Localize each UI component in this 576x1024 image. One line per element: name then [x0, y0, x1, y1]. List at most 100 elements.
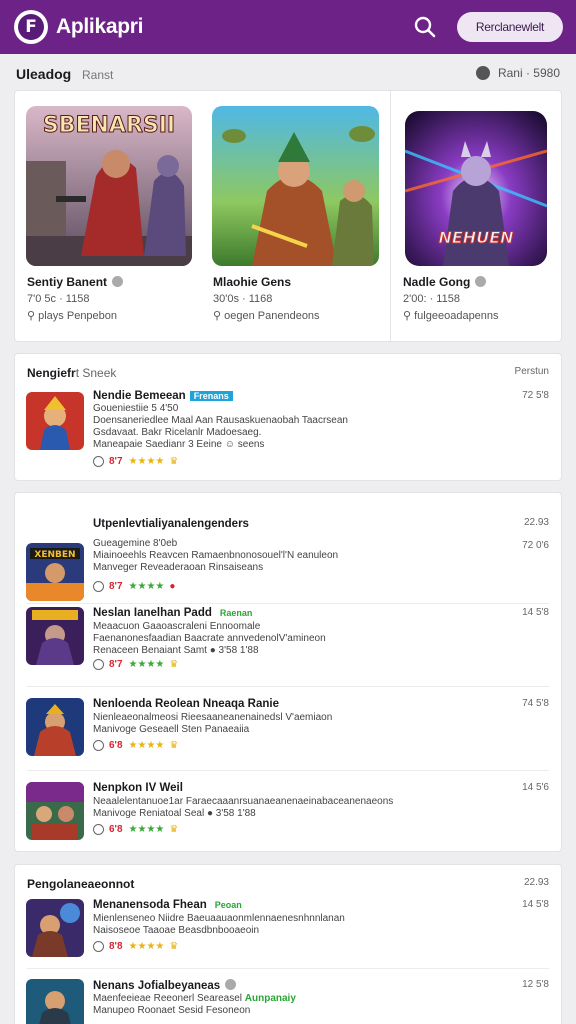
- game-desc-line-2: Faenanonesfaadian Baacrate annvedenolV'a…: [93, 633, 326, 644]
- search-icon[interactable]: [412, 14, 438, 40]
- game-stats: 8'7 ★★★★ ♛: [93, 456, 178, 467]
- verified-icon: [112, 276, 124, 287]
- game-desc-line-2: Manivoge Geseaell Sten Panaeaiia: [93, 724, 250, 735]
- game-score: 8'8: [109, 941, 123, 952]
- game-title: Neslan Ianelhan Padd Raenan: [93, 607, 256, 619]
- list-item[interactable]: Neslan Ianelhan Padd Raenan Meaacuon Gaao…: [15, 607, 561, 689]
- section-header: Uleadog Ranst Rani · 5980: [16, 66, 562, 84]
- featured-games-card: SBENARSII Sentiy Banent 7'0 5c · 1158 ⚲ …: [14, 90, 562, 342]
- clock-icon: [93, 659, 104, 670]
- game-tag: Aunpanaiy: [244, 993, 296, 1004]
- list-item[interactable]: Nendie Bemeean Frenans Goueniestiie 5 4'5…: [15, 390, 561, 470]
- updates-card: XENBEN Utpenlevtialiyanalengenders Gueag…: [14, 492, 562, 852]
- featured-game-1-developer: ⚲ plays Penpebon: [27, 310, 118, 322]
- list-right-label[interactable]: Perstun: [515, 366, 549, 377]
- trophy-icon: ♛: [169, 824, 179, 835]
- game-desc-line-3: Gsdavaat. Bakr Ricelanlr Madoesaeg.: [93, 427, 262, 438]
- featured-game-1-title: Sentiy Banent: [27, 275, 124, 289]
- app-logo[interactable]: F: [14, 10, 48, 44]
- dev-icon: ⚲: [27, 310, 39, 322]
- game-time: 22.93: [523, 517, 549, 528]
- clock-icon: [93, 824, 104, 835]
- game-desc-line-3: Manveger Reveaderaoan Rinsaiseans: [93, 562, 264, 573]
- dev-icon: ⚲: [213, 310, 225, 322]
- game-score: 6'8: [109, 740, 123, 751]
- header-cta-button[interactable]: Rerclanewlelt: [457, 12, 563, 42]
- game-desc-line-2: Doensaneriedlee Maal Aan Rausaskuenaobah…: [93, 415, 348, 426]
- featured-game-2-title: Mlaohie Gens: [213, 275, 292, 289]
- game-time: 14 5'6: [522, 782, 549, 793]
- clock-icon: [93, 456, 104, 467]
- featured-game-1-art: SBENARSII: [26, 106, 192, 266]
- user-icon: [475, 66, 490, 80]
- game-stats: 6'8 ★★★★ ♛: [93, 740, 178, 751]
- game-desc-line-4: Maneapaie Saedianr 3 Eeine ☺ seens: [93, 439, 265, 450]
- game-thumbnail: XENBEN: [26, 543, 84, 601]
- logo-letter: F: [18, 14, 44, 40]
- game-thumbnail: [26, 899, 84, 957]
- trophy-icon: ♛: [169, 456, 179, 467]
- section-filter[interactable]: Rani · 5980: [475, 66, 560, 80]
- game-thumbnail: [26, 392, 84, 450]
- game-desc-line-2: Manupeo Roonaet Sesid Fesoneon: [93, 1005, 251, 1016]
- rating-stars-icon: ★★★★: [128, 456, 165, 467]
- game-desc-line-1: Maenfeeieae Reeonerl Seareasel Aunpanaiy: [93, 993, 296, 1004]
- svg-text:XENBEN: XENBEN: [34, 550, 75, 560]
- game-score: 8'7: [109, 581, 123, 592]
- game-score: 8'7: [109, 659, 123, 670]
- game-thumbnail: [26, 782, 84, 840]
- divider: [27, 686, 549, 687]
- list-item[interactable]: Nenpkon IV Weil Neaalelentanuoe1ar Farae…: [15, 782, 561, 848]
- game-title: Nenans Jofialbeyaneas: [93, 979, 237, 992]
- game-score: 6'8: [109, 824, 123, 835]
- verified-icon: [225, 979, 237, 990]
- featured-game-2[interactable]: Mlaohie Gens 30'0s · 1168 ⚲ oegen Panend…: [203, 91, 390, 343]
- featured-game-3-meta: 2'00: · 1158: [403, 293, 460, 305]
- game-thumbnail: [26, 698, 84, 756]
- game-time: 74 5'8: [522, 698, 549, 709]
- featured-game-1-meta: 7'0 5c · 1158: [27, 293, 90, 305]
- game-time: 14 5'8: [522, 899, 549, 910]
- game-title: Menanensoda Fhean Peoan: [93, 899, 246, 911]
- section-title: Uleadog: [16, 66, 72, 82]
- list-item[interactable]: Nenans Jofialbeyaneas Maenfeeieae Reeone…: [15, 979, 561, 1024]
- dev-icon: ⚲: [403, 310, 415, 322]
- list-item[interactable]: Menanensoda Fhean Peoan Mienlenseneo Niid…: [15, 899, 561, 965]
- game-desc-line-1: Gueagemine 8'0eb: [93, 538, 178, 549]
- clock-icon: [93, 941, 104, 952]
- list-heading: Nengiefrt Sneek: [27, 366, 117, 380]
- featured-game-2-art: [212, 106, 379, 266]
- rating-stars-icon: ★★★★: [128, 581, 165, 592]
- section-subtitle: Ranst: [82, 68, 114, 82]
- list-item[interactable]: Nenloenda Reolean Nneaqa Ranie Nienleaeo…: [15, 698, 561, 774]
- game-tag: Peoan: [214, 900, 242, 910]
- divider: [27, 770, 549, 771]
- featured-game-3-art-title: NEHUEN: [438, 228, 514, 247]
- game-time: 12 5'8: [522, 979, 549, 990]
- featured-game-1[interactable]: SBENARSII Sentiy Banent 7'0 5c · 1158 ⚲ …: [15, 91, 203, 343]
- game-desc-line-2: Miainoeehls Reavcen Ramaenbnonosouel'l'N…: [93, 550, 339, 561]
- rating-stars-icon: ★★★★: [128, 659, 165, 670]
- divider: [27, 603, 549, 604]
- verified-icon: [475, 276, 487, 287]
- game-title: Utpenlevtialiyanalengenders: [93, 518, 249, 530]
- rating-stars-icon: ★★★★: [128, 824, 165, 835]
- rating-stars-icon: ★★★★: [128, 740, 165, 751]
- game-stats: 8'8 ★★★★ ♛: [93, 941, 178, 952]
- game-desc-line-1: Mienlenseneo Niidre Baeuaauaonmlennaenes…: [93, 913, 345, 924]
- game-title: Nenloenda Reolean Nneaqa Ranie: [93, 698, 279, 710]
- game-stats: 6'8 ★★★★ ♛: [93, 824, 178, 835]
- popular-games-card: Pengolaneaeonnot 22.93 Menanensoda Fhean…: [14, 864, 562, 1024]
- featured-game-1-art-title: SBENARSII: [43, 113, 175, 138]
- list-right-label: 22.93: [523, 877, 549, 888]
- game-score: 8'7: [109, 456, 123, 467]
- divider: [27, 968, 549, 969]
- game-time: 14 5'8: [522, 607, 549, 618]
- featured-game-3[interactable]: NEHUEN Nadle Gong 2'00: · 1158 ⚲ fulgeeo…: [391, 91, 561, 343]
- game-desc-line-2: Manivoge Reniatoal Seal ● 3'58 1'88: [93, 808, 256, 819]
- list-item[interactable]: XENBEN Utpenlevtialiyanalengenders Gueag…: [15, 505, 561, 601]
- featured-game-2-meta: 30'0s · 1168: [213, 293, 273, 305]
- game-desc-line-3: Renaceen Benaiant Samt ● 3'58 1'88: [93, 645, 259, 656]
- featured-game-2-developer: ⚲ oegen Panendeons: [213, 310, 320, 322]
- trophy-icon: ♛: [169, 740, 179, 751]
